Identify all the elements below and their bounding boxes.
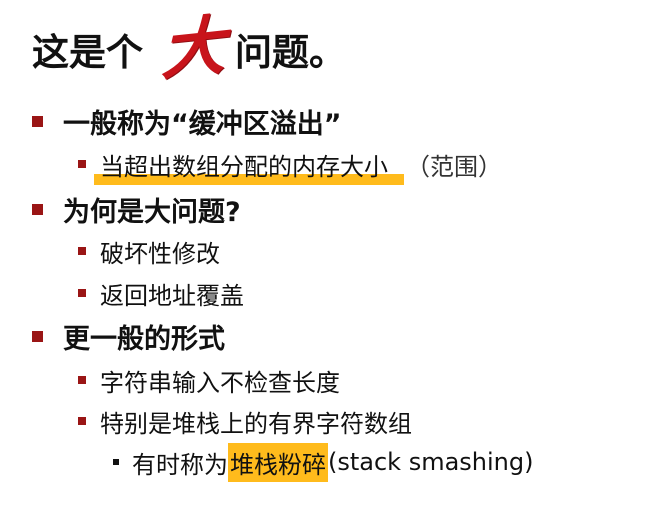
square-bullet-icon	[78, 376, 86, 384]
bullet-item-string-input: 字符串输入不检查长度	[78, 362, 340, 398]
sub-bullet-suffix: (stack smashing)	[328, 448, 534, 476]
bullet-item-stack-array: 特别是堆栈上的有界字符数组	[78, 403, 412, 439]
highlighted-phrase: 当超出数组分配的内存大小	[94, 147, 404, 185]
square-bullet-icon	[32, 203, 43, 215]
slide-title: 这是个 大 问题。	[32, 7, 346, 90]
section-heading-general-form: 更一般的形式	[32, 316, 225, 356]
square-bullet-icon	[78, 247, 86, 255]
highlighted-term: 堆栈粉碎	[228, 442, 328, 482]
bullet-item-text: 返回地址覆盖	[100, 281, 244, 310]
square-bullet-icon	[78, 160, 86, 168]
bullet-item-text: 破坏性修改	[100, 239, 220, 268]
square-bullet-icon	[78, 417, 86, 425]
bullet-item-exceed-memory: 当超出数组分配的内存大小 （范围）	[78, 146, 502, 185]
square-bullet-icon	[32, 330, 43, 342]
title-suffix: 问题。	[235, 31, 346, 74]
section-heading-text: 为何是大问题?	[63, 196, 241, 228]
bullet-item-destructive: 破坏性修改	[78, 233, 220, 269]
section-heading-text: 更一般的形式	[63, 323, 225, 355]
bullet-item-text: 字符串输入不检查长度	[100, 368, 340, 397]
range-note: （范围）	[406, 152, 502, 181]
title-prefix: 这是个	[32, 31, 143, 74]
section-heading-overflow: 一般称为“缓冲区溢出”	[32, 101, 342, 141]
sub-bullet-stack-smashing: 有时称为 堆栈粉碎 (stack smashing)	[113, 442, 534, 482]
section-heading-why-big: 为何是大问题?	[32, 189, 241, 229]
bullet-item-text: 特别是堆栈上的有界字符数组	[100, 409, 412, 438]
small-square-bullet-icon	[113, 459, 119, 465]
title-brush-character: 大	[161, 7, 225, 90]
bullet-item-return-address: 返回地址覆盖	[78, 275, 244, 311]
square-bullet-icon	[32, 115, 43, 127]
sub-bullet-prefix: 有时称为	[132, 450, 228, 479]
section-heading-text: 一般称为“缓冲区溢出”	[63, 108, 342, 140]
square-bullet-icon	[78, 289, 86, 297]
